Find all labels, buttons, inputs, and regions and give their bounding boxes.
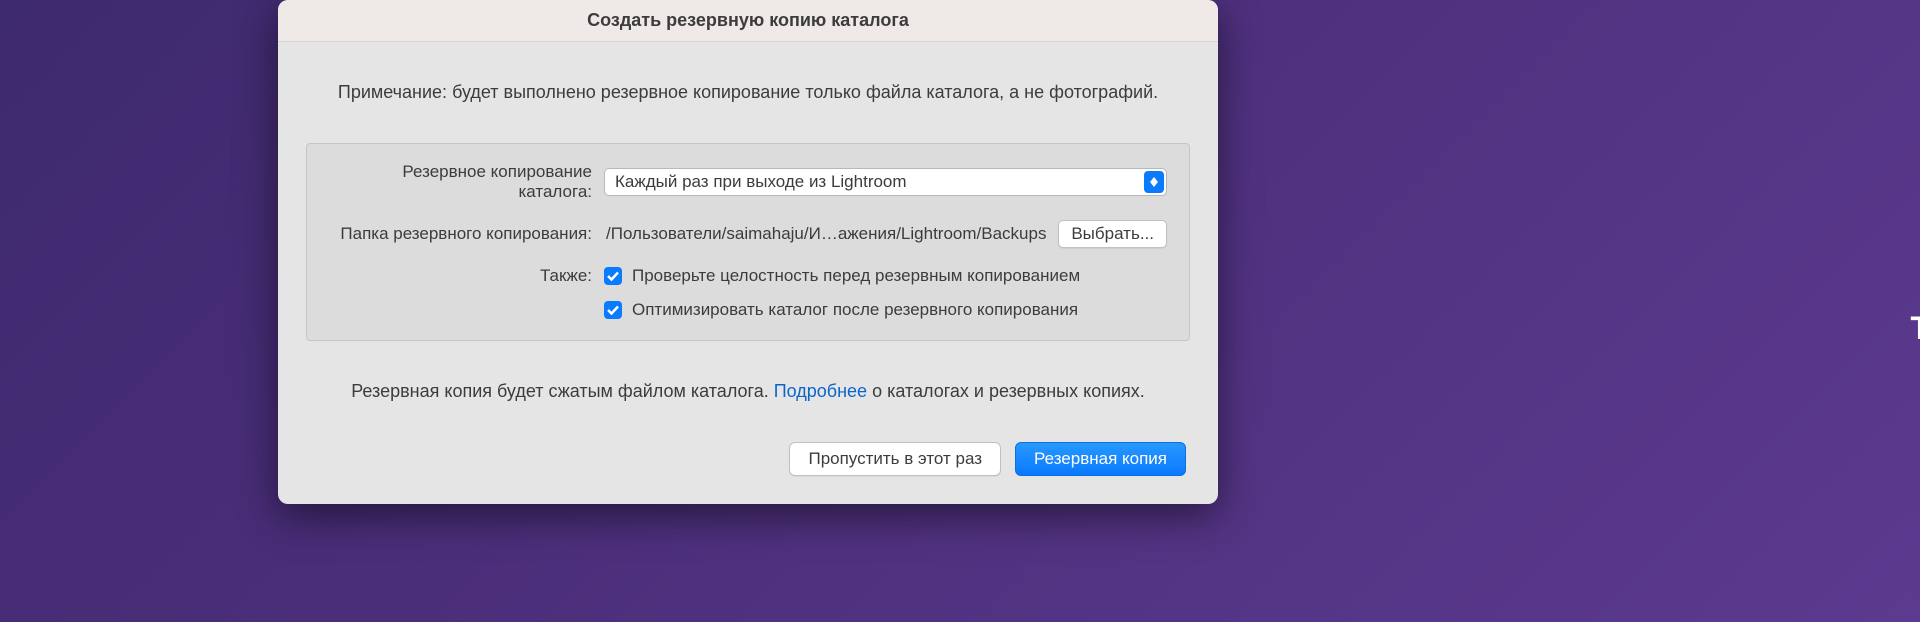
dialog-note: Примечание: будет выполнено резервное ко…: [306, 82, 1190, 103]
skip-button[interactable]: Пропустить в этот раз: [789, 442, 1001, 476]
check-integrity-label: Проверьте целостность перед резервным ко…: [632, 266, 1080, 286]
select-arrows-icon: [1144, 171, 1164, 193]
desktop-partial-text: T: [1910, 310, 1920, 347]
check-integrity-row: Также: Проверьте целостность перед резер…: [329, 266, 1167, 286]
backup-folder-path: /Пользователи/saimahaju/И…ажения/Lightro…: [604, 224, 1050, 244]
backup-frequency-value: Каждый раз при выходе из Lightroom: [615, 172, 907, 192]
backup-button[interactable]: Резервная копия: [1015, 442, 1186, 476]
dialog-title: Создать резервную копию каталога: [587, 10, 909, 31]
check-integrity-checkbox[interactable]: [604, 267, 622, 285]
choose-button[interactable]: Выбрать...: [1058, 220, 1167, 248]
optimize-label: Оптимизировать каталог после резервного …: [632, 300, 1078, 320]
checkmark-icon: [607, 305, 619, 315]
backup-frequency-select[interactable]: Каждый раз при выходе из Lightroom: [604, 168, 1167, 196]
info-line: Резервная копия будет сжатым файлом ката…: [306, 381, 1190, 402]
dialog-content: Примечание: будет выполнено резервное ко…: [278, 42, 1218, 504]
backup-folder-row: Папка резервного копирования: /Пользоват…: [329, 220, 1167, 248]
backup-dialog: Создать резервную копию каталога Примеча…: [278, 0, 1218, 504]
dialog-titlebar: Создать резервную копию каталога: [278, 0, 1218, 42]
learn-more-link[interactable]: Подробнее: [774, 381, 867, 401]
info-suffix: о каталогах и резервных копиях.: [867, 381, 1145, 401]
button-row: Пропустить в этот раз Резервная копия: [306, 442, 1190, 476]
also-label: Также:: [329, 266, 604, 286]
backup-frequency-row: Резервное копирование каталога: Каждый р…: [329, 162, 1167, 202]
settings-panel: Резервное копирование каталога: Каждый р…: [306, 143, 1190, 341]
optimize-row: Оптимизировать каталог после резервного …: [329, 300, 1167, 320]
backup-folder-label: Папка резервного копирования:: [329, 224, 604, 244]
optimize-checkbox[interactable]: [604, 301, 622, 319]
info-prefix: Резервная копия будет сжатым файлом ката…: [351, 381, 774, 401]
backup-frequency-label: Резервное копирование каталога:: [329, 162, 604, 202]
checkmark-icon: [607, 271, 619, 281]
